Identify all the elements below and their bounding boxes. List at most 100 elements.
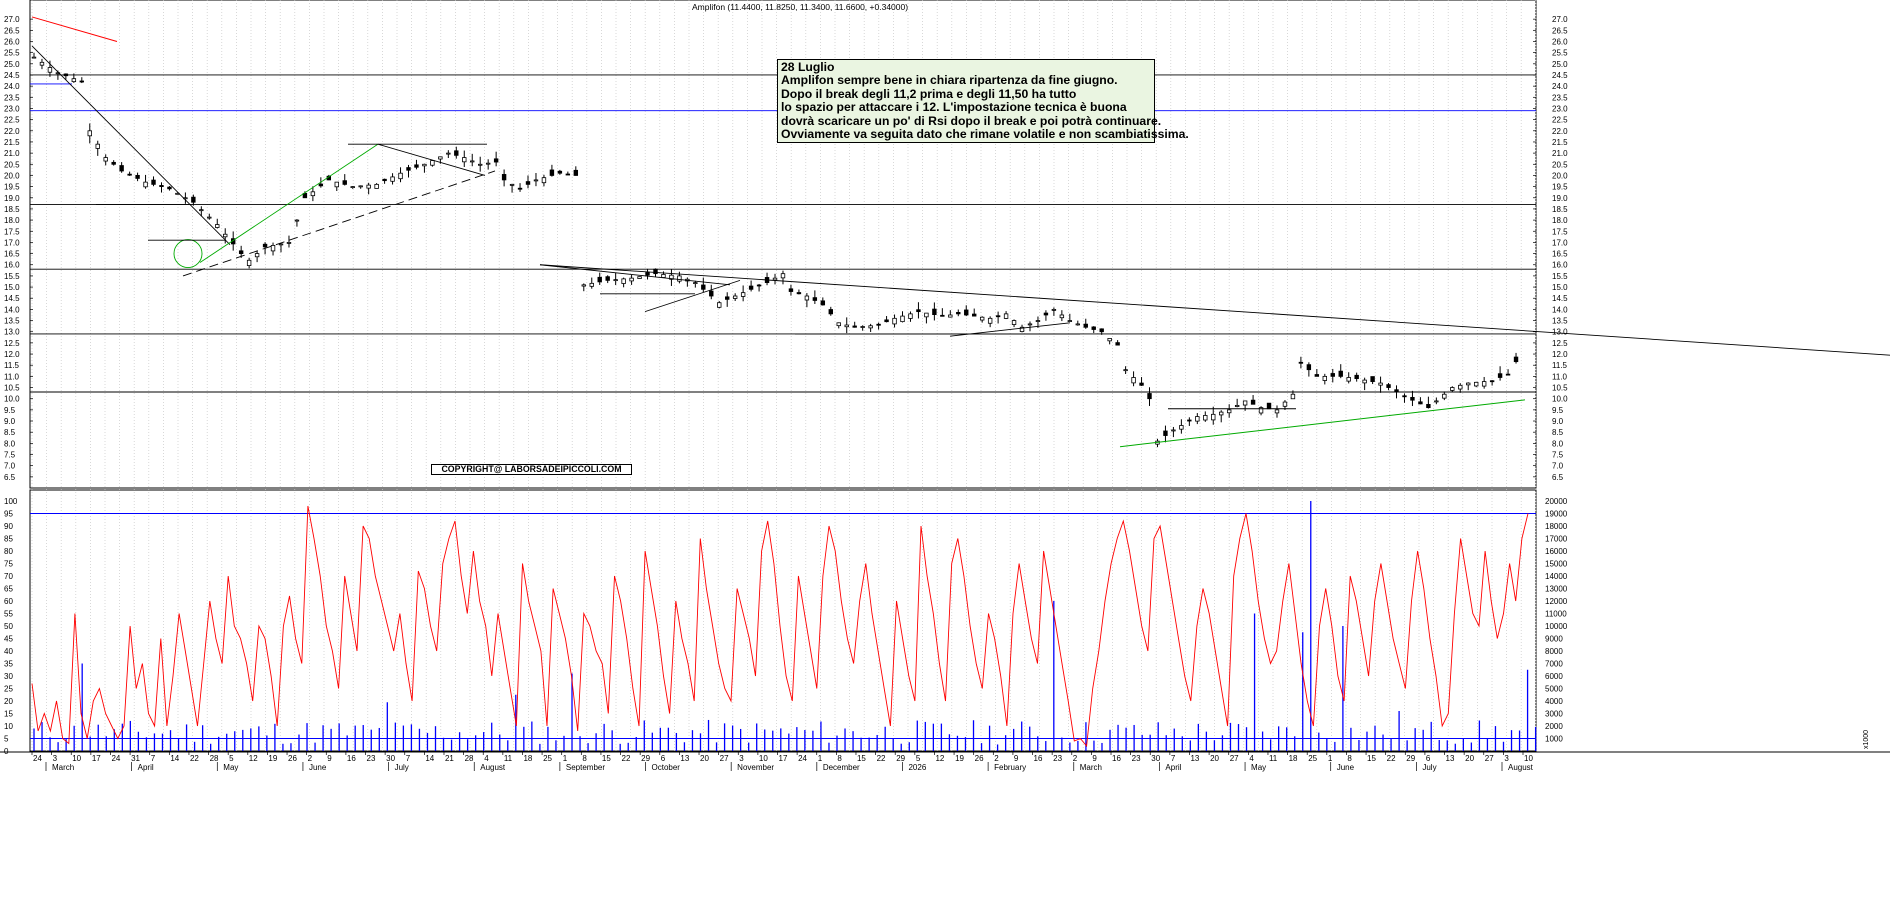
candle-body [87,130,92,137]
day-label: 7 [1171,754,1176,763]
candle-body [836,322,841,327]
trendline-red [31,16,118,42]
candle-body [310,191,316,197]
candle-body [1489,380,1495,383]
day-label: 10 [759,754,768,763]
candle-body [852,325,857,328]
candle-body [932,308,937,316]
y-tick-label: 7.5 [4,451,16,460]
volume-tick-label: 11000 [1545,610,1567,619]
month-label: November [737,763,774,772]
candle-body [637,276,642,279]
candle-body [382,178,387,182]
y-tick-label: 15.0 [4,283,20,292]
y-tick-label: 24.0 [1552,82,1568,91]
day-label: 1 [1328,754,1333,763]
candle-body [995,315,1001,318]
y-tick-label: 6.5 [4,473,16,482]
rsi-tick-label: 55 [4,610,13,619]
day-label: 15 [602,754,611,763]
day-label: 6 [1426,754,1431,763]
candle-body [1410,396,1415,401]
y-tick-label: 23.5 [1552,93,1568,102]
month-label: February [994,763,1026,772]
volume-tick-label: 9000 [1545,635,1563,644]
candle-body [725,296,730,300]
y-tick-label: 25.0 [1552,60,1568,69]
day-label: 25 [1308,754,1317,763]
day-label: 9 [1092,754,1097,763]
day-label: 22 [622,754,631,763]
y-tick-label: 11.5 [4,361,20,370]
candle-body [366,184,371,189]
volume-tick-label: 2000 [1545,722,1563,731]
month-label: June [1337,763,1355,772]
month-label: October [652,763,681,772]
candle-body [79,80,85,83]
rsi-tick-label: 35 [4,660,13,669]
day-label: 15 [857,754,866,763]
candle-body [462,157,467,163]
day-label: 27 [720,754,729,763]
y-tick-label: 7.0 [1552,462,1564,471]
y-tick-label: 25.5 [1552,49,1568,58]
candle-body [215,224,220,228]
y-tick-label: 9.0 [1552,417,1564,426]
candle-body [1338,370,1343,377]
candle-body [1266,402,1272,410]
candle-body [717,302,722,308]
candle-body [900,315,905,323]
candle-body [1179,425,1184,430]
y-tick-label: 8.5 [4,428,16,437]
day-label: 26 [975,754,984,763]
candle-body [1123,369,1128,372]
candle-body [63,73,69,77]
candle-body [1234,404,1240,407]
candle-body [1059,314,1065,319]
candle-body [820,300,826,306]
note-line: Amplifon sempre bene in chiara ripartenz… [781,73,1118,88]
day-label: 20 [1210,754,1219,763]
volume-tick-label: 19000 [1545,510,1568,519]
y-tick-label: 16.5 [1552,250,1568,259]
candle-body [525,181,531,185]
day-label: 21 [445,754,454,763]
rsi-tick-label: 50 [4,622,13,631]
candle-body [565,173,571,176]
volume-tick-label: 12000 [1545,597,1568,606]
volume-tick-label: 13000 [1545,585,1568,594]
rsi-axis: 0 5 10 15 20 25 30 35 40 45 50 55 60 65 70 75 80 85 90 95 10… [4,497,18,756]
candle-body [987,317,993,324]
y-tick-label: 6.5 [1552,473,1564,482]
y-tick-label: 19.0 [4,194,20,203]
day-label: 13 [680,754,689,763]
day-label: 24 [33,754,42,763]
chart-title: Amplifon (11.4400, 11.8250, 11.3400, 11.… [692,2,909,12]
trendline-green-support [1119,399,1526,448]
day-label: 24 [111,754,120,763]
y-tick-label: 14.5 [4,294,20,303]
y-tick-label: 20.0 [1552,171,1568,180]
y-tick-label: 11.0 [1552,372,1568,381]
y-tick-label: 19.5 [4,183,20,192]
candle-body [238,250,244,254]
day-label: 13 [1190,754,1199,763]
y-tick-label: 24.0 [4,82,20,91]
day-label: 8 [582,754,587,763]
candle-body [908,313,913,319]
candle-body [661,274,666,278]
day-label: 22 [190,754,199,763]
day-label: 2 [994,754,999,763]
note-line: dovrà scaricare un po' di Rsi dopo il br… [781,113,1162,128]
day-label: 3 [739,754,744,763]
month-label: 2026 [908,763,926,772]
day-label: 23 [1053,754,1062,763]
candle-body [509,183,515,186]
rsi-tick-label: 80 [4,547,13,556]
candle-body [199,209,204,212]
rsi-tick-label: 30 [4,672,13,681]
trendline-dashed [182,170,496,277]
day-label: 31 [131,754,140,763]
candle-body [406,167,411,171]
candle-body [374,183,379,189]
